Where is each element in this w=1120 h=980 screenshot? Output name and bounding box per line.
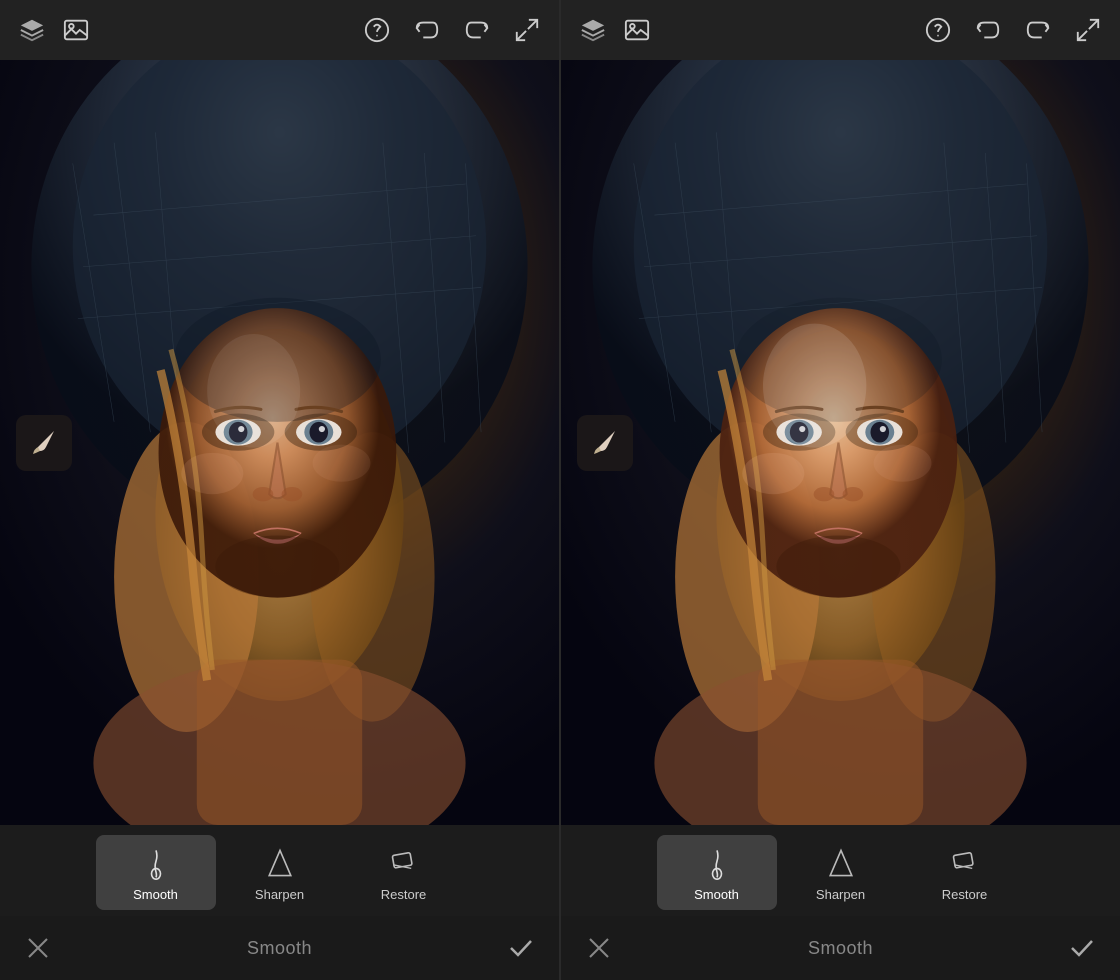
toolbar-left-left bbox=[16, 14, 92, 46]
sharpen-btn-left[interactable]: Sharpen bbox=[220, 835, 340, 910]
right-portrait bbox=[561, 60, 1120, 825]
toolbar-right-right bbox=[922, 14, 1104, 46]
sharpen-label-left: Sharpen bbox=[255, 887, 304, 902]
brush-icon-left bbox=[28, 427, 60, 459]
confirm-btn-right[interactable] bbox=[1064, 930, 1100, 966]
restore-icon-left bbox=[386, 845, 422, 881]
brush-tool-overlay-left[interactable] bbox=[16, 415, 72, 471]
expand-icon-left[interactable] bbox=[511, 14, 543, 46]
confirm-icon-left bbox=[507, 934, 535, 962]
left-tool-buttons: Smooth Sharpen Restore bbox=[0, 833, 559, 912]
main-container: Smooth Sharpen Restore bbox=[0, 0, 1120, 980]
confirm-icon-right bbox=[1068, 934, 1096, 962]
smooth-btn-right[interactable]: Smooth bbox=[657, 835, 777, 910]
restore-btn-right[interactable]: Restore bbox=[905, 835, 1025, 910]
left-action-bar: Smooth bbox=[0, 916, 559, 980]
left-image-area bbox=[0, 60, 559, 825]
brush-tool-overlay-right[interactable] bbox=[577, 415, 633, 471]
cancel-btn-right[interactable] bbox=[581, 930, 617, 966]
image-icon-right[interactable] bbox=[621, 14, 653, 46]
layers-icon-right[interactable] bbox=[577, 14, 609, 46]
right-action-title: Smooth bbox=[808, 938, 873, 959]
restore-btn-left[interactable]: Restore bbox=[344, 835, 464, 910]
smooth-label-right: Smooth bbox=[694, 887, 739, 902]
right-bottom-toolbar: Smooth Sharpen Restore bbox=[561, 825, 1120, 916]
left-panel: Smooth Sharpen Restore bbox=[0, 0, 559, 980]
redo-icon-left[interactable] bbox=[461, 14, 493, 46]
undo-icon-left[interactable] bbox=[411, 14, 443, 46]
smooth-icon-right bbox=[699, 845, 735, 881]
toolbar-left-right bbox=[577, 14, 653, 46]
right-panel: Smooth Sharpen Restore bbox=[559, 0, 1120, 980]
confirm-btn-left[interactable] bbox=[503, 930, 539, 966]
right-action-bar: Smooth bbox=[561, 916, 1120, 980]
redo-icon-right[interactable] bbox=[1022, 14, 1054, 46]
right-tool-buttons: Smooth Sharpen Restore bbox=[561, 833, 1120, 912]
restore-label-left: Restore bbox=[381, 887, 427, 902]
smooth-btn-left[interactable]: Smooth bbox=[96, 835, 216, 910]
undo-icon-right[interactable] bbox=[972, 14, 1004, 46]
left-portrait bbox=[0, 60, 559, 825]
brush-icon-right bbox=[589, 427, 621, 459]
left-bottom-toolbar: Smooth Sharpen Restore bbox=[0, 825, 559, 916]
help-icon-right[interactable] bbox=[922, 14, 954, 46]
help-icon-left[interactable] bbox=[361, 14, 393, 46]
sharpen-icon-left bbox=[262, 845, 298, 881]
expand-icon-right[interactable] bbox=[1072, 14, 1104, 46]
sharpen-icon-right bbox=[823, 845, 859, 881]
sharpen-btn-right[interactable]: Sharpen bbox=[781, 835, 901, 910]
left-action-title: Smooth bbox=[247, 938, 312, 959]
smooth-icon-left bbox=[138, 845, 174, 881]
restore-icon-right bbox=[947, 845, 983, 881]
image-icon-left[interactable] bbox=[60, 14, 92, 46]
right-toolbar bbox=[561, 0, 1120, 60]
toolbar-right-left bbox=[361, 14, 543, 46]
cancel-icon-right bbox=[585, 934, 613, 962]
sharpen-label-right: Sharpen bbox=[816, 887, 865, 902]
left-toolbar bbox=[0, 0, 559, 60]
right-image-area bbox=[561, 60, 1120, 825]
smooth-label-left: Smooth bbox=[133, 887, 178, 902]
layers-icon-left[interactable] bbox=[16, 14, 48, 46]
restore-label-right: Restore bbox=[942, 887, 988, 902]
cancel-icon-left bbox=[24, 934, 52, 962]
cancel-btn-left[interactable] bbox=[20, 930, 56, 966]
